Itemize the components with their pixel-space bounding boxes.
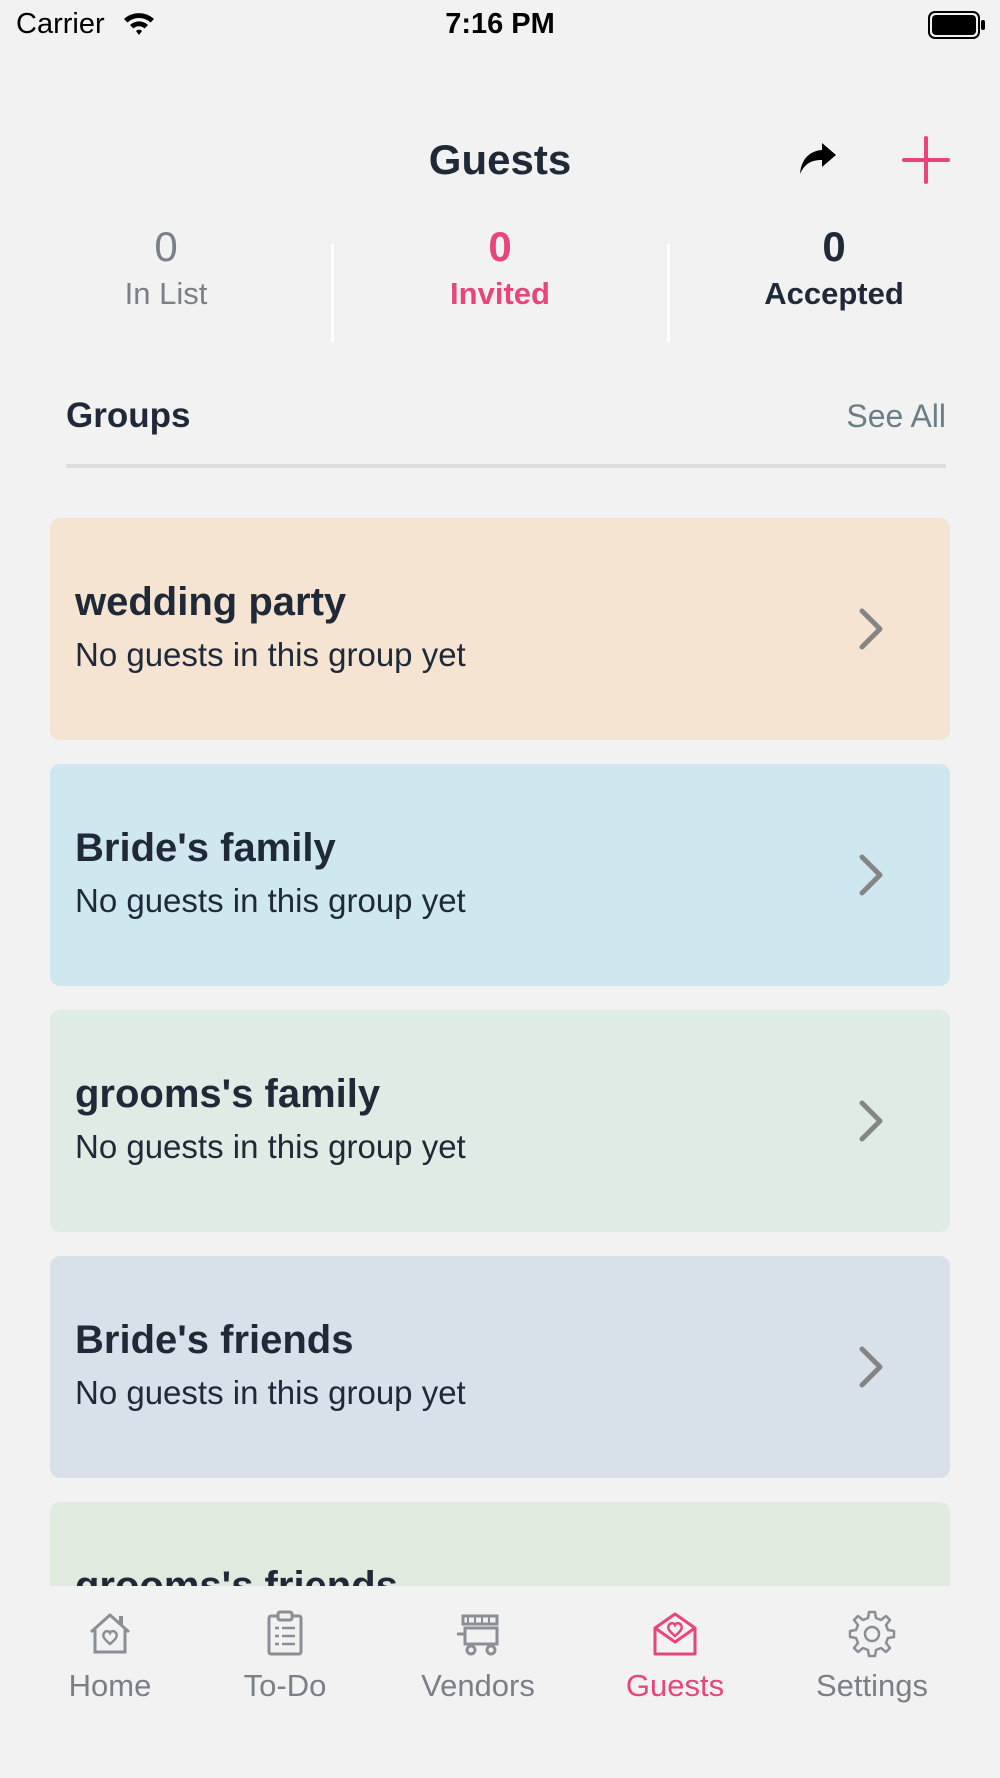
group-card[interactable]: Bride's friends No guests in this group … [50,1256,950,1478]
battery-icon [928,11,985,39]
tab-label: Home [68,1668,152,1703]
group-name: Bride's family [75,826,336,870]
groups-title: Groups [66,396,191,435]
groups-header: Groups See All [66,390,946,470]
group-card[interactable]: grooms's family No guests in this group … [50,1010,950,1232]
status-bar: Carrier 7:16 PM [0,0,1000,50]
groups-list[interactable]: wedding party No guests in this group ye… [50,518,950,1586]
tab-label: Settings [815,1668,928,1703]
invited-count: 0 [488,223,512,270]
tab-label: To-Do [243,1668,327,1703]
group-subtitle: No guests in this group yet [75,1128,466,1165]
gear-icon [848,1610,896,1658]
tab-vendors[interactable]: Vendors [388,1608,568,1704]
vendor-cart-icon [457,1614,499,1656]
add-button[interactable] [896,130,956,190]
group-name: Bride's friends [75,1318,354,1362]
accepted-label: Accepted [764,276,904,311]
chevron-right-icon [859,854,883,896]
chevron-right-icon [859,1100,883,1142]
home-heart-icon [89,1613,131,1654]
group-subtitle: No guests in this group yet [75,882,466,919]
stat-invited[interactable]: 0 Invited [332,222,668,314]
group-subtitle: No guests in this group yet [75,636,466,673]
in-list-label: In List [124,276,208,311]
tab-guests[interactable]: Guests [585,1608,765,1704]
in-list-count: 0 [154,223,178,270]
guest-stats: 0 In List 0 Invited 0 Accepted [0,222,1000,342]
accepted-count: 0 [822,223,846,270]
clipboard-icon [267,1610,303,1656]
groups-divider [66,464,946,468]
header: Guests [0,120,1000,200]
group-card[interactable]: grooms's friends [50,1502,950,1586]
group-name: grooms's friends [75,1564,398,1586]
stat-in-list[interactable]: 0 In List [0,222,332,314]
tab-settings[interactable]: Settings [782,1608,962,1704]
page-title: Guests [428,136,572,183]
tab-home[interactable]: Home [20,1608,200,1704]
stat-accepted[interactable]: 0 Accepted [668,222,1000,314]
share-button[interactable] [790,134,846,184]
chevron-right-icon [859,608,883,650]
group-card[interactable]: Bride's family No guests in this group y… [50,764,950,986]
group-card[interactable]: wedding party No guests in this group ye… [50,518,950,740]
tab-todo[interactable]: To-Do [195,1608,375,1704]
tab-label: Vendors [421,1668,535,1703]
see-all-link[interactable]: See All [846,398,946,435]
tab-label: Guests [625,1668,725,1703]
invited-label: Invited [450,276,550,311]
envelope-heart-icon [653,1612,697,1656]
group-name: wedding party [75,580,347,624]
share-arrow-icon [800,143,836,174]
group-subtitle: No guests in this group yet [75,1374,466,1411]
status-time: 7:16 PM [445,8,555,40]
plus-icon [902,136,950,184]
tab-bar: Home To-Do Vendors Guests Settings [0,1586,1000,1778]
chevron-right-icon [859,1346,883,1388]
group-name: grooms's family [75,1072,381,1116]
